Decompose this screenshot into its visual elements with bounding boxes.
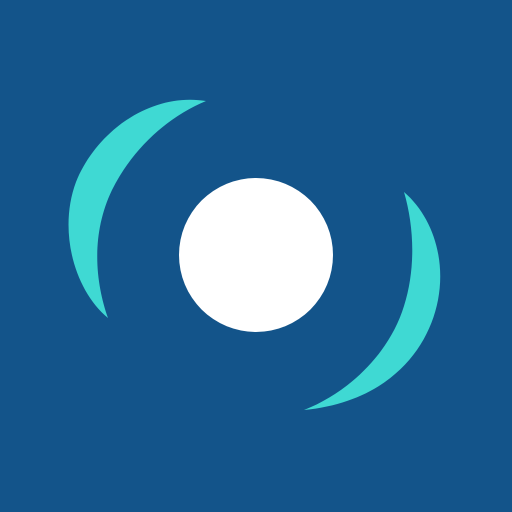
app-icon-svg xyxy=(0,0,512,512)
app-icon xyxy=(0,0,512,512)
center-dot-icon xyxy=(179,178,333,332)
